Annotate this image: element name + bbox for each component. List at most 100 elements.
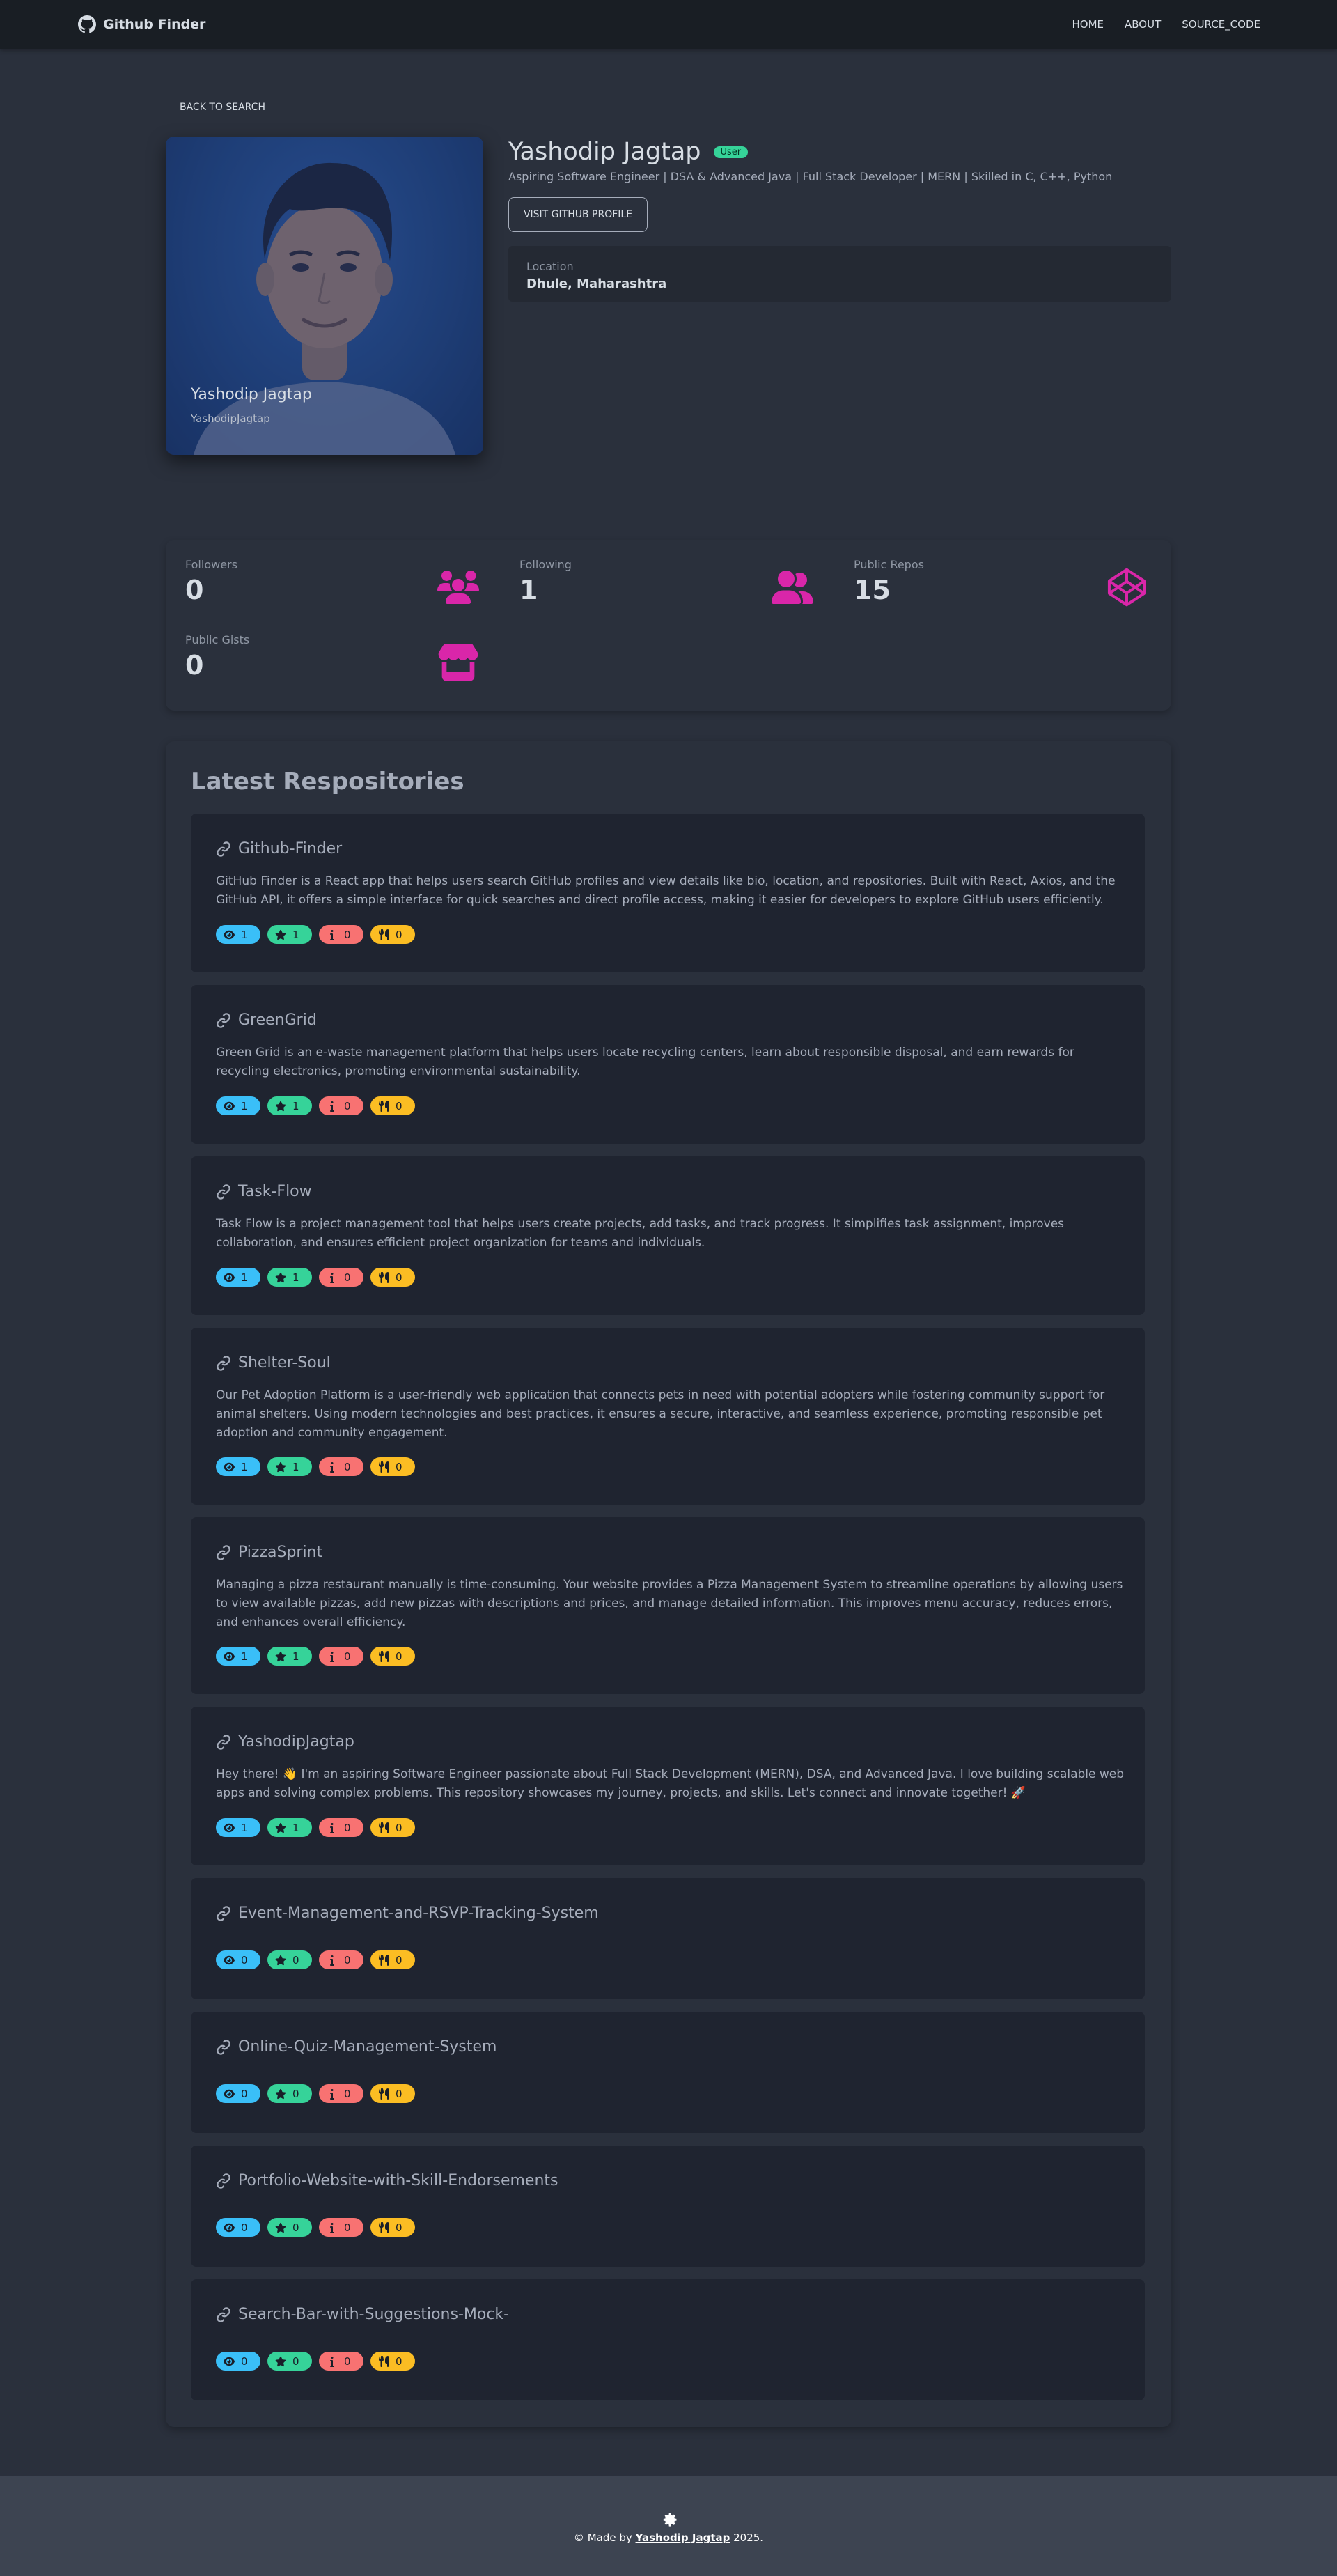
star-icon	[275, 1272, 286, 1283]
issues-badge: 0	[319, 1950, 363, 1969]
location-value: Dhule, Maharashtra	[526, 277, 667, 291]
location-box: Location Dhule, Maharashtra	[508, 246, 1171, 302]
gear-icon	[659, 2509, 678, 2527]
repo-card: Event-Management-and-RSVP-Tracking-Syste…	[191, 1878, 1145, 1999]
stars-count: 1	[292, 1271, 299, 1284]
repo-link[interactable]: Search-Bar-with-Suggestions-Mock-	[216, 2306, 509, 2323]
repo-link[interactable]: GreenGrid	[216, 1011, 317, 1029]
footer-author-link[interactable]: Yashodip Jagtap	[636, 2531, 730, 2544]
watchers-count: 1	[241, 1821, 248, 1834]
repo-card: Task-Flow Task Flow is a project managem…	[191, 1156, 1145, 1315]
eye-icon	[224, 1955, 235, 1966]
eye-icon	[224, 1651, 235, 1662]
repo-badges: 0 0 0 0	[216, 1950, 415, 1969]
navbar: Github Finder HOME ABOUT SOURCE_CODE	[0, 0, 1337, 49]
issues-count: 0	[344, 1953, 351, 1966]
watchers-badge: 1	[216, 925, 260, 944]
star-icon	[275, 1651, 286, 1662]
stars-badge: 1	[267, 1457, 312, 1476]
utensils-icon	[378, 2221, 389, 2233]
profile-section: Yashodip Jagtap YashodipJagtap Yashodip …	[166, 137, 1171, 457]
link-icon	[217, 1905, 230, 1921]
repos-title: Latest Respositories	[191, 768, 464, 796]
forks-count: 0	[396, 2354, 402, 2368]
stars-count: 0	[292, 2087, 299, 2100]
repo-name: Event-Management-and-RSVP-Tracking-Syste…	[238, 1904, 599, 1922]
forks-badge: 0	[370, 925, 415, 944]
link-icon	[217, 841, 230, 857]
avatar-login: YashodipJagtap	[191, 412, 270, 425]
avatar-card: Yashodip Jagtap YashodipJagtap	[166, 137, 483, 455]
info-icon	[327, 1272, 338, 1283]
watchers-count: 1	[241, 1099, 248, 1112]
issues-count: 0	[344, 1821, 351, 1834]
nav-source-code-link[interactable]: SOURCE_CODE	[1182, 18, 1260, 31]
repo-link[interactable]: Online-Quiz-Management-System	[216, 2038, 497, 2056]
repo-link[interactable]: YashodipJagtap	[216, 1733, 354, 1751]
user-friends-icon	[772, 566, 813, 608]
info-icon	[327, 929, 338, 940]
repo-name: Task-Flow	[238, 1183, 312, 1200]
issues-badge: 0	[319, 1096, 363, 1115]
nav-home-link[interactable]: HOME	[1072, 18, 1104, 31]
name-row: Yashodip Jagtap User	[508, 138, 1171, 166]
forks-badge: 0	[370, 1950, 415, 1969]
utensils-icon	[378, 1100, 389, 1112]
watchers-badge: 1	[216, 1096, 260, 1115]
star-icon	[275, 2222, 286, 2233]
repo-link[interactable]: Portfolio-Website-with-Skill-Endorsement…	[216, 2172, 558, 2189]
eye-icon	[224, 2222, 235, 2233]
brand[interactable]: Github Finder	[78, 15, 205, 33]
star-icon	[275, 2088, 286, 2100]
repo-badges: 0 0 0 0	[216, 2352, 415, 2371]
stars-badge: 0	[267, 1950, 312, 1969]
user-type-badge: User	[713, 146, 749, 158]
stars-badge: 0	[267, 2352, 312, 2371]
issues-badge: 0	[319, 1268, 363, 1287]
link-icon	[217, 1184, 230, 1200]
repo-description: Hey there! 👋 I'm an aspiring Software En…	[216, 1767, 1125, 1800]
repo-description: Our Pet Adoption Platform is a user-frie…	[216, 1388, 1105, 1440]
link-icon	[217, 2306, 230, 2322]
star-icon	[275, 1955, 286, 1966]
info-icon	[327, 1822, 338, 1833]
eye-icon	[224, 929, 235, 940]
issues-count: 0	[344, 1460, 351, 1473]
repo-description: Managing a pizza restaurant manually is …	[216, 1578, 1123, 1629]
forks-count: 0	[396, 1821, 402, 1834]
back-to-search-button[interactable]: BACK TO SEARCH	[180, 98, 265, 117]
forks-count: 0	[396, 1099, 402, 1112]
latest-repositories-section: Latest Respositories Github-Finder GitHu…	[166, 741, 1171, 2427]
nav-about-link[interactable]: ABOUT	[1125, 18, 1161, 31]
visit-github-profile-button[interactable]: VISIT GITHUB PROFILE	[508, 197, 648, 232]
repo-badges: 0 0 0 0	[216, 2084, 415, 2103]
info-icon	[327, 1651, 338, 1662]
watchers-count: 1	[241, 1271, 248, 1284]
repo-link[interactable]: Task-Flow	[216, 1183, 312, 1200]
issues-count: 0	[344, 928, 351, 941]
issues-badge: 0	[319, 2352, 363, 2371]
codepen-icon	[1106, 566, 1148, 608]
stat-public-gists: Public Gists 0	[166, 615, 479, 681]
repo-name: Online-Quiz-Management-System	[238, 2038, 497, 2056]
repo-link[interactable]: Shelter-Soul	[216, 1354, 331, 1372]
repo-badges: 1 1 0 0	[216, 1096, 415, 1115]
link-icon	[217, 1355, 230, 1371]
github-icon	[78, 15, 96, 33]
stars-count: 0	[292, 2354, 299, 2368]
stars-count: 1	[292, 1821, 299, 1834]
info-icon	[327, 1461, 338, 1473]
repo-badges: 1 1 0 0	[216, 925, 415, 944]
repo-description: GitHub Finder is a React app that helps …	[216, 874, 1116, 907]
issues-badge: 0	[319, 2084, 363, 2103]
info-icon	[327, 2222, 338, 2233]
repo-card: Shelter-Soul Our Pet Adoption Platform i…	[191, 1328, 1145, 1505]
repo-link[interactable]: Event-Management-and-RSVP-Tracking-Syste…	[216, 1904, 599, 1922]
repo-link[interactable]: Github-Finder	[216, 840, 342, 858]
stars-count: 1	[292, 1650, 299, 1663]
repo-link[interactable]: PizzaSprint	[216, 1544, 322, 1561]
store-icon	[437, 642, 479, 683]
stat-title: Public Repos	[854, 558, 924, 571]
repo-name: Shelter-Soul	[238, 1354, 331, 1372]
link-icon	[217, 1544, 230, 1560]
